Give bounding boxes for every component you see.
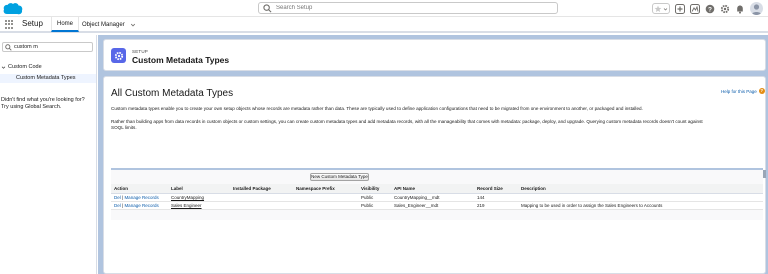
tree-item-custom-code[interactable]: Custom Code	[0, 64, 42, 70]
chevron-down-icon[interactable]	[1, 65, 6, 70]
content-card: All Custom Metadata Types Help for this …	[103, 76, 766, 274]
app-launcher-icon[interactable]	[5, 20, 14, 29]
notification-bell-icon[interactable]	[735, 4, 745, 14]
header-icons: ?	[652, 2, 763, 15]
setup-page-header: SETUP Custom Metadata Types	[103, 39, 766, 71]
global-search-input[interactable]	[276, 3, 546, 13]
description-paragraph-2-line-2: SOQL limits.	[111, 125, 137, 130]
column-header-label: Label	[168, 184, 230, 194]
new-custom-metadata-type-button[interactable]: New Custom Metadata Type	[310, 173, 369, 181]
record-size-cell: 219	[474, 201, 518, 210]
column-header-installed-package: Installed Package	[230, 184, 293, 194]
page-title: All Custom Metadata Types	[111, 88, 234, 99]
metadata-types-list: New Custom Metadata Type Action Label In…	[111, 168, 766, 220]
row-actions: Del | Manage Records	[111, 201, 168, 210]
help-icon[interactable]: ?	[705, 4, 715, 14]
label-cell: Sales Engineer	[168, 201, 230, 210]
favorites-group	[652, 3, 670, 14]
manage-records-link[interactable]: Manage Records	[124, 195, 158, 200]
row-actions: Del | Manage Records	[111, 193, 168, 202]
chevron-down-icon[interactable]	[130, 22, 136, 28]
page-header-title: Custom Metadata Types	[132, 55, 230, 65]
description-paragraph-2-line-1: Rather than building apps from data reco…	[111, 119, 703, 124]
user-avatar[interactable]	[750, 2, 763, 15]
namespace-prefix-cell	[293, 201, 358, 210]
namespace-prefix-cell	[293, 193, 358, 202]
metadata-types-table: Action Label Installed Package Namespace…	[111, 184, 763, 210]
search-icon	[5, 44, 12, 51]
api-name-cell: Sales_Engineer__mdt	[391, 201, 474, 210]
gear-icon	[111, 48, 126, 63]
help-link-label: Help for this Page	[721, 88, 757, 94]
salesforce-logo-icon[interactable]	[3, 2, 23, 15]
trailhead-icon[interactable]	[690, 3, 700, 14]
column-header-api-name: API Name	[391, 184, 474, 194]
setup-sidebar: Custom Code Custom Metadata Types Didn't…	[0, 35, 97, 274]
description-cell	[518, 193, 763, 202]
installed-package-cell	[230, 201, 293, 210]
visibility-cell: Public	[358, 201, 391, 210]
table-row: Del | Manage Records Sales Engineer Publ…	[111, 201, 763, 210]
column-header-visibility: Visibility	[358, 184, 391, 194]
global-search-box[interactable]	[258, 2, 558, 14]
delete-link[interactable]: Del	[114, 195, 121, 200]
help-icon: ?	[758, 88, 765, 94]
column-header-action: Action	[111, 184, 168, 194]
manage-records-link[interactable]: Manage Records	[124, 203, 158, 208]
quick-find-box[interactable]	[2, 42, 93, 52]
not-found-message: Didn't find what you're looking for? Try…	[1, 97, 85, 111]
main-content: SETUP Custom Metadata Types All Custom M…	[98, 35, 768, 274]
gear-icon[interactable]	[720, 4, 730, 14]
user-avatar-icon	[751, 4, 762, 15]
table-header-row: Action Label Installed Package Namespace…	[111, 184, 763, 194]
global-header: ?	[0, 0, 768, 17]
record-size-cell: 144	[474, 193, 518, 202]
svg-text:?: ?	[708, 6, 712, 13]
label-link[interactable]: CountryMapping	[171, 195, 204, 200]
visibility-cell: Public	[358, 193, 391, 202]
column-header-namespace-prefix: Namespace Prefix	[293, 184, 358, 194]
table-row: Del | Manage Records CountryMapping Publ…	[111, 193, 763, 202]
tab-object-manager-label: Object Manager	[82, 21, 125, 28]
app-nav-bar: Setup Home Object Manager	[0, 17, 768, 33]
api-name-cell: CountryMapping__mdt	[391, 193, 474, 202]
chevron-down-icon[interactable]	[663, 5, 668, 13]
tree-item-custom-code-label: Custom Code	[8, 64, 42, 70]
search-icon	[263, 4, 272, 13]
label-link[interactable]: Sales Engineer	[171, 203, 202, 208]
help-link[interactable]: Help for this Page ?	[721, 88, 765, 94]
quick-find-input[interactable]	[14, 43, 90, 51]
add-icon[interactable]	[675, 3, 685, 14]
tab-object-manager[interactable]: Object Manager	[77, 17, 141, 32]
description-paragraph-2: Rather than building apps from data reco…	[111, 119, 751, 131]
delete-link[interactable]: Del	[114, 203, 121, 208]
tab-home-label: Home	[57, 20, 74, 27]
tree-item-custom-metadata-types[interactable]: Custom Metadata Types	[0, 74, 96, 83]
installed-package-cell	[230, 193, 293, 202]
column-header-description: Description	[518, 184, 763, 194]
app-name: Setup	[22, 19, 43, 28]
scrollbar[interactable]	[763, 170, 766, 178]
not-found-line-1: Didn't find what you're looking for?	[1, 97, 85, 103]
description-paragraph-1: Custom metadata types enable you to crea…	[111, 106, 643, 111]
label-cell: CountryMapping	[168, 193, 230, 202]
description-cell: Mapping to be used in order to assign th…	[518, 201, 763, 210]
star-icon[interactable]	[654, 5, 662, 13]
page-eyebrow: SETUP	[132, 49, 149, 54]
not-found-line-2: Try using Global Search.	[1, 104, 62, 110]
tab-home[interactable]: Home	[51, 17, 80, 32]
column-header-record-size: Record Size	[474, 184, 518, 194]
